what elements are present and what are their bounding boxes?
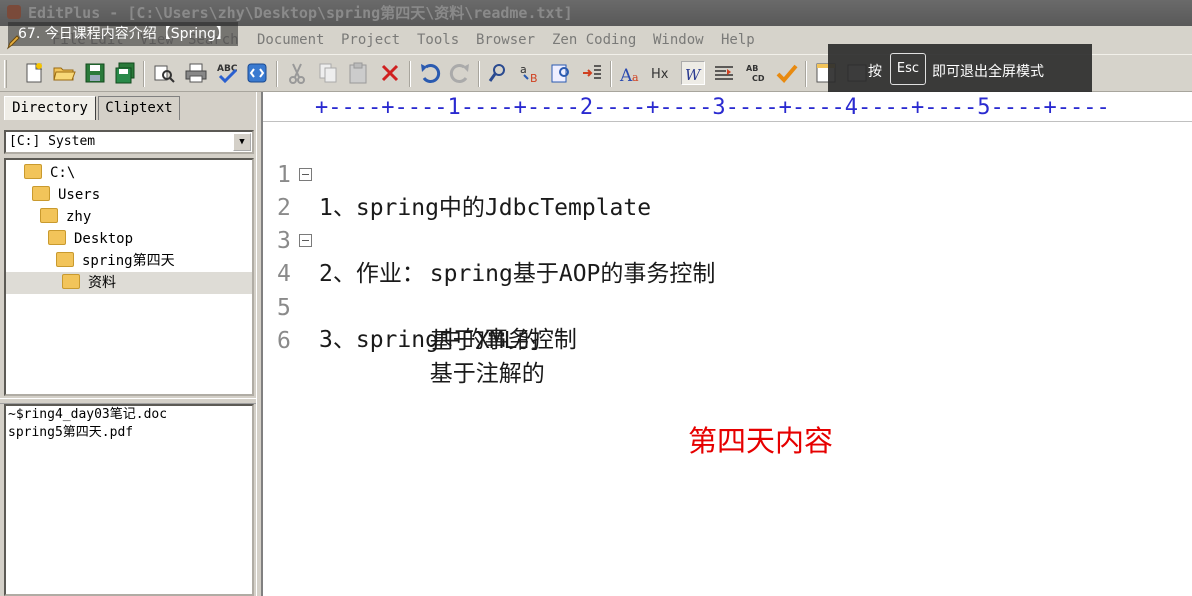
copy-icon[interactable]: [316, 61, 340, 85]
svg-text:Hx: Hx: [651, 67, 669, 82]
editor-line[interactable]: 6 基于注解的: [263, 292, 1192, 387]
redo-icon[interactable]: [448, 61, 472, 85]
chevron-down-icon[interactable]: ▼: [233, 133, 251, 151]
line-number: 6: [277, 328, 291, 354]
tree-item-users[interactable]: Users: [32, 184, 100, 206]
svg-text:a: a: [520, 63, 527, 76]
toolbar-separator: [805, 61, 807, 87]
editor-line[interactable]: 1 1、spring中的JdbcTemplate: [263, 126, 1192, 221]
ruler-icon[interactable]: [712, 61, 736, 85]
tree-item-materials[interactable]: 资料: [6, 272, 252, 294]
font-icon[interactable]: Aa: [619, 61, 643, 85]
menu-zen-coding[interactable]: Zen Coding: [552, 26, 636, 54]
toast-suffix: 即可退出全屏模式: [932, 64, 1044, 80]
folder-open-icon: [62, 274, 80, 289]
menu-tools[interactable]: Tools: [417, 26, 459, 54]
window-title: EditPlus - [C:\Users\zhy\Desktop\spring第…: [28, 4, 573, 22]
line-text: 基于XML的: [319, 328, 541, 354]
save-icon[interactable]: [83, 61, 107, 85]
folder-icon: [56, 252, 74, 267]
toolbar-separator: [478, 61, 480, 87]
svg-text:B: B: [530, 72, 538, 85]
new-file-icon[interactable]: [22, 61, 46, 85]
tab-directory[interactable]: Directory: [4, 96, 96, 120]
menu-project[interactable]: Project: [341, 26, 400, 54]
esc-key-badge: Esc: [890, 53, 926, 85]
file-item[interactable]: ~$ring4_day03笔记.doc: [8, 406, 167, 424]
browser-preview-icon[interactable]: [245, 61, 269, 85]
toolbar-separator: [409, 61, 411, 87]
save-all-icon[interactable]: [113, 61, 137, 85]
file-item[interactable]: spring5第四天.pdf: [8, 424, 133, 442]
folder-icon: [48, 230, 66, 245]
toolbar-grip[interactable]: [4, 60, 7, 88]
print-preview-icon[interactable]: [152, 61, 176, 85]
goto-line-icon[interactable]: [580, 61, 604, 85]
fold-collapse-icon[interactable]: [299, 168, 312, 181]
tree-item-desktop[interactable]: Desktop: [48, 228, 133, 250]
open-folder-icon[interactable]: [52, 61, 76, 85]
paste-icon[interactable]: [346, 61, 370, 85]
drive-select[interactable]: [C:] System ▼: [4, 130, 254, 154]
folder-icon: [32, 186, 50, 201]
toolbar-separator: [143, 61, 145, 87]
word-wrap-icon[interactable]: W: [681, 61, 705, 85]
delete-icon[interactable]: [378, 61, 402, 85]
fullscreen-exit-toast: 按 Esc 即可退出全屏模式: [828, 44, 1092, 96]
line-text: 基于注解的: [319, 361, 545, 387]
folder-icon: [24, 164, 42, 179]
menu-window[interactable]: Window: [653, 26, 704, 54]
menu-help[interactable]: Help: [721, 26, 755, 54]
toolbar-separator: [276, 61, 278, 87]
video-caption: 第四天内容: [688, 424, 834, 458]
svg-text:a: a: [632, 71, 639, 84]
tree-item-c-drive[interactable]: C:\: [24, 162, 75, 184]
svg-text:W: W: [685, 66, 702, 84]
fold-collapse-icon[interactable]: [299, 234, 312, 247]
checkmark-icon[interactable]: [775, 61, 799, 85]
tree-item-spring-day4[interactable]: spring第四天: [56, 250, 175, 272]
menu-browser[interactable]: Browser: [476, 26, 535, 54]
menu-document[interactable]: Document: [257, 26, 324, 54]
undo-icon[interactable]: [418, 61, 442, 85]
tab-cliptext[interactable]: Cliptext: [98, 96, 180, 120]
directory-panel: Directory Cliptext [C:] System ▼ C:\ Use…: [0, 92, 260, 596]
spellcheck-icon[interactable]: ABC: [215, 61, 239, 85]
find-icon[interactable]: [487, 61, 511, 85]
editor-line[interactable]: 5 基于XML的: [263, 259, 1192, 354]
find-in-files-icon[interactable]: [549, 61, 573, 85]
editplus-app-icon: [7, 5, 21, 19]
replace-icon[interactable]: aB: [518, 61, 542, 85]
editor-line[interactable]: 4 3、spring中的事务控制: [263, 225, 1192, 353]
hex-viewer-icon[interactable]: Hx: [650, 61, 674, 85]
drive-select-value: [C:] System: [9, 134, 96, 149]
folder-tree: C:\ Users zhy Desktop spring第四天 资料: [4, 158, 254, 396]
pencil-icon: [6, 35, 20, 50]
editor-line[interactable]: 2 2、作业：: [263, 159, 1192, 287]
svg-text:AB: AB: [746, 64, 758, 73]
toolbar-separator: [610, 61, 612, 87]
editor-line[interactable]: 3 spring基于AOP的事务控制: [263, 192, 1192, 287]
svg-text:CD: CD: [752, 74, 765, 83]
folder-icon: [40, 208, 58, 223]
print-icon[interactable]: [184, 61, 208, 85]
text-editor[interactable]: +----+----1----+----2----+----3----+----…: [262, 92, 1192, 596]
video-title: 67. 今日课程内容介绍【Spring】: [8, 22, 238, 46]
abc-cd-icon[interactable]: AB CD: [744, 61, 768, 85]
toast-prefix: 按: [868, 64, 882, 80]
svg-text:A: A: [619, 66, 633, 85]
file-list: ~$ring4_day03笔记.doc spring5第四天.pdf: [4, 404, 254, 596]
tree-item-zhy[interactable]: zhy: [40, 206, 91, 228]
column-ruler: +----+----1----+----2----+----3----+----…: [263, 92, 1192, 122]
cut-icon[interactable]: [285, 61, 309, 85]
